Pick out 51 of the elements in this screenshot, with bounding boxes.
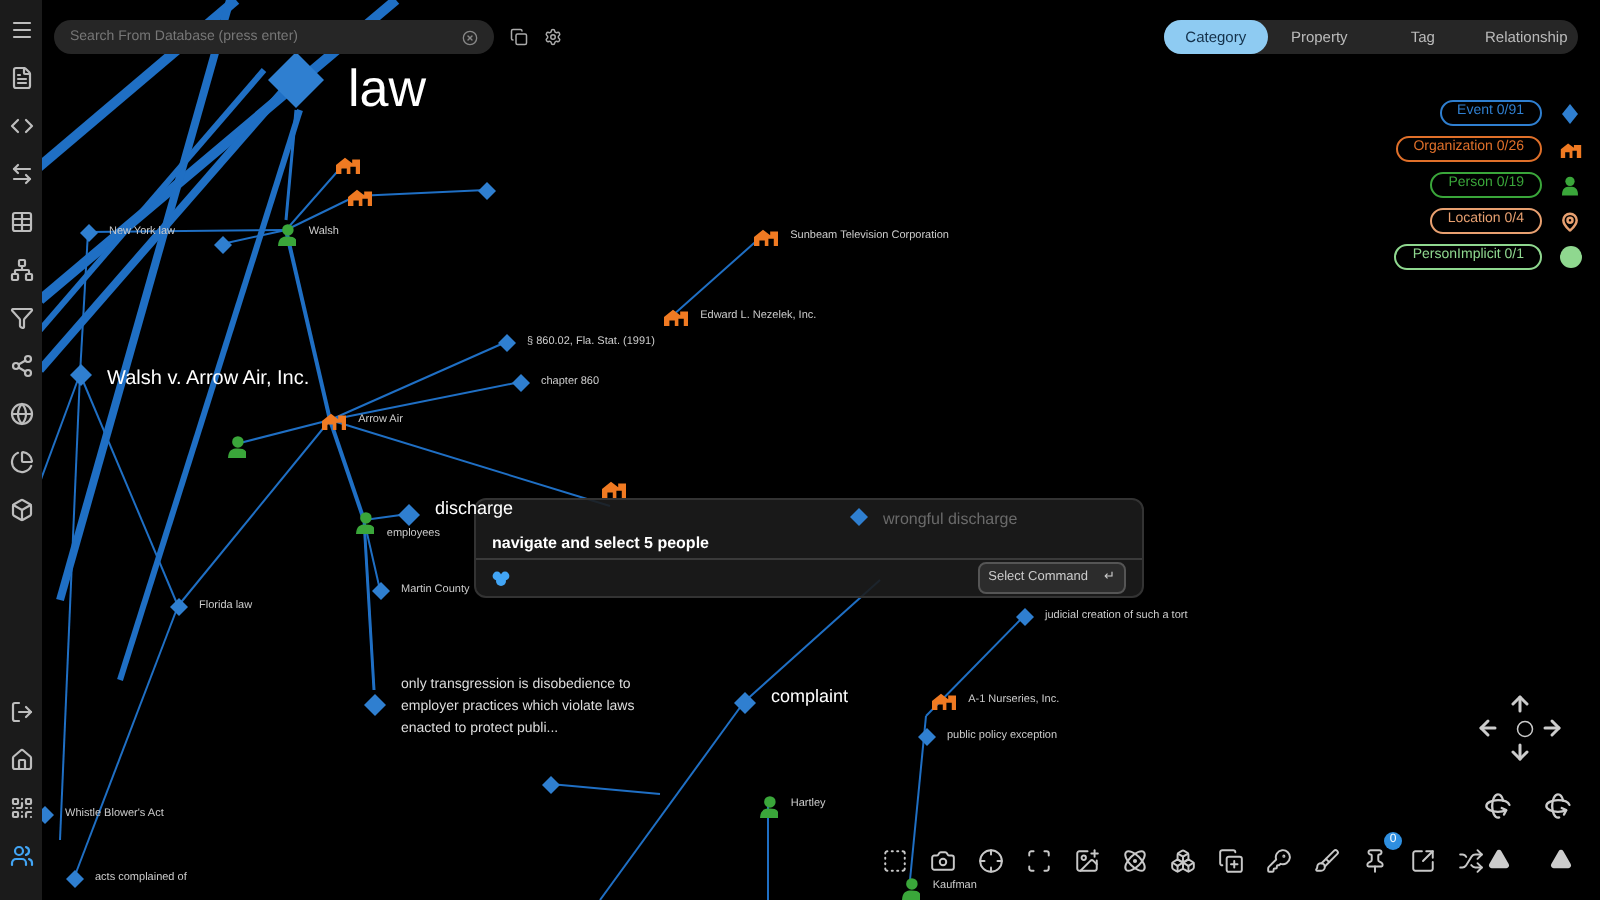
node-label: complaint: [771, 683, 849, 710]
diamond-icon[interactable]: [541, 775, 559, 793]
building-icon[interactable]: [931, 691, 957, 711]
diamond-icon[interactable]: [917, 727, 935, 745]
arrow-left-icon[interactable]: [1476, 716, 1500, 740]
diamond-icon[interactable]: [79, 223, 97, 241]
tilt-down-icon[interactable]: [1550, 848, 1572, 870]
node-label: law: [348, 62, 427, 114]
diamond-icon[interactable]: [213, 235, 231, 253]
person-icon[interactable]: [759, 795, 779, 819]
arrow-right-icon[interactable]: [1540, 716, 1564, 740]
settings-icon[interactable]: [544, 28, 562, 46]
diamond-icon[interactable]: [511, 373, 529, 391]
person-icon[interactable]: [901, 877, 921, 900]
copy-icon[interactable]: [510, 28, 528, 46]
diamond-icon[interactable]: [397, 503, 419, 525]
command-title: navigate and select 5 people: [492, 534, 709, 552]
person-icon[interactable]: [277, 223, 297, 247]
building-icon[interactable]: [335, 155, 361, 175]
arrow-down-icon[interactable]: [1508, 740, 1532, 764]
tilt-up-icon[interactable]: [1488, 848, 1510, 870]
diamond-icon[interactable]: [477, 181, 495, 199]
diamond-icon[interactable]: [169, 597, 187, 615]
arrow-up-icon[interactable]: [1508, 692, 1532, 716]
diamond-icon: [1562, 103, 1578, 123]
building-icon[interactable]: [321, 411, 347, 431]
users-icon: [492, 570, 510, 586]
clear-icon[interactable]: [462, 29, 478, 45]
center-icon[interactable]: [1515, 720, 1533, 738]
diamond-icon[interactable]: [849, 507, 867, 525]
diamond-icon[interactable]: [497, 333, 515, 351]
building-icon[interactable]: [601, 479, 627, 499]
diamond-icon[interactable]: [363, 693, 385, 715]
building-icon: [1559, 141, 1581, 157]
person-icon[interactable]: [227, 435, 247, 459]
diamond-icon[interactable]: [1015, 607, 1033, 625]
node-label: wrongful discharge: [883, 507, 1018, 531]
rotate-icon[interactable]: [1544, 792, 1572, 820]
graph-edge: [767, 803, 769, 900]
building-icon[interactable]: [347, 187, 373, 207]
node-label: discharge: [435, 495, 514, 522]
diamond-icon[interactable]: [65, 869, 83, 887]
person-icon: [1562, 175, 1578, 195]
building-icon[interactable]: [663, 307, 689, 327]
pin-icon: [1560, 211, 1580, 231]
building-icon[interactable]: [753, 227, 779, 247]
diamond-icon[interactable]: [69, 363, 91, 385]
diamond-icon[interactable]: [733, 691, 755, 713]
diamond-icon[interactable]: [371, 581, 389, 599]
person-icon[interactable]: [355, 511, 375, 535]
rotate-icon[interactable]: [1484, 792, 1512, 820]
